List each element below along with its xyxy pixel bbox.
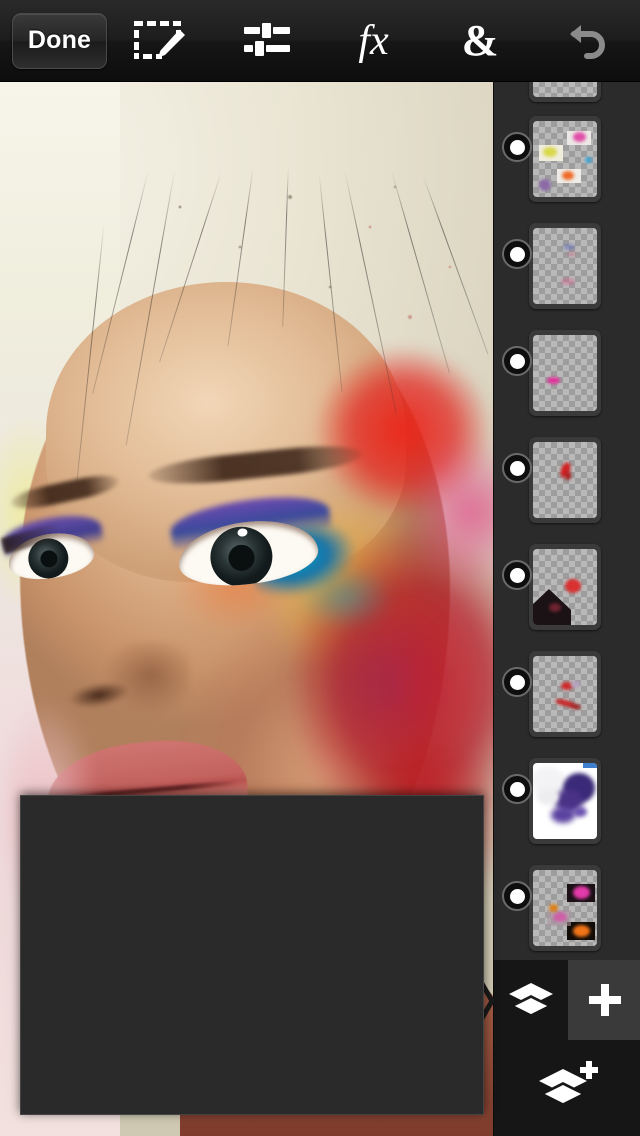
done-button-label: Done <box>27 26 92 54</box>
layer-visibility-toggle[interactable] <box>502 774 532 804</box>
layer-visibility-toggle[interactable] <box>502 881 532 911</box>
layer-thumbnail[interactable] <box>529 544 601 630</box>
list-item[interactable] <box>494 855 640 962</box>
list-item[interactable] <box>494 82 640 106</box>
layer-visibility-toggle[interactable] <box>502 346 532 376</box>
layers-icon <box>509 983 553 1014</box>
list-item[interactable] <box>494 748 640 855</box>
plus-icon <box>588 984 621 1016</box>
layer-visibility-toggle[interactable] <box>502 453 532 483</box>
list-item[interactable] <box>494 213 640 320</box>
layer-thumbnail[interactable] <box>529 116 601 202</box>
layer-visibility-toggle[interactable] <box>502 132 532 162</box>
layer-visibility-toggle[interactable] <box>502 239 532 269</box>
selection-pencil-icon <box>134 20 186 59</box>
list-item[interactable] <box>494 106 640 213</box>
layer-thumbnail[interactable] <box>529 437 601 523</box>
tool-effects[interactable]: fx <box>320 0 427 82</box>
top-toolbar: Done fx & <box>0 0 640 82</box>
done-button[interactable]: Done <box>12 12 107 69</box>
list-item[interactable] <box>494 534 640 641</box>
add-layer-button[interactable] <box>568 960 640 1040</box>
fx-icon: fx <box>358 17 389 64</box>
layer-thumbnail[interactable] <box>529 330 601 416</box>
layer-toolbar <box>494 960 640 1136</box>
tool-select-edit[interactable] <box>107 0 214 82</box>
layer-list[interactable] <box>494 82 640 960</box>
tool-addons[interactable]: & <box>427 0 534 82</box>
layer-thumbnail[interactable] <box>529 865 601 951</box>
tool-adjustments[interactable] <box>214 0 321 82</box>
list-item[interactable] <box>494 641 640 748</box>
app-root: Done fx & <box>0 0 640 1136</box>
tool-undo[interactable] <box>533 0 640 82</box>
layers-button[interactable] <box>494 960 568 1040</box>
layer-thumbnail[interactable] <box>529 223 601 309</box>
layer-thumbnail[interactable] <box>529 82 601 102</box>
layers-plus-icon <box>538 1061 598 1103</box>
layer-visibility-toggle[interactable] <box>502 667 532 697</box>
sliders-icon <box>243 22 290 56</box>
layer-properties-panel <box>20 795 484 1115</box>
ampersand-icon: & <box>461 16 499 65</box>
list-item[interactable] <box>494 320 640 427</box>
list-item[interactable] <box>494 427 640 534</box>
new-layer-button[interactable] <box>494 1040 640 1136</box>
layer-thumbnail[interactable] <box>529 758 601 844</box>
layer-visibility-toggle[interactable] <box>502 560 532 590</box>
layer-thumbnail[interactable] <box>529 651 601 737</box>
layers-sidebar <box>493 82 640 1136</box>
undo-arrow-icon <box>569 24 605 59</box>
